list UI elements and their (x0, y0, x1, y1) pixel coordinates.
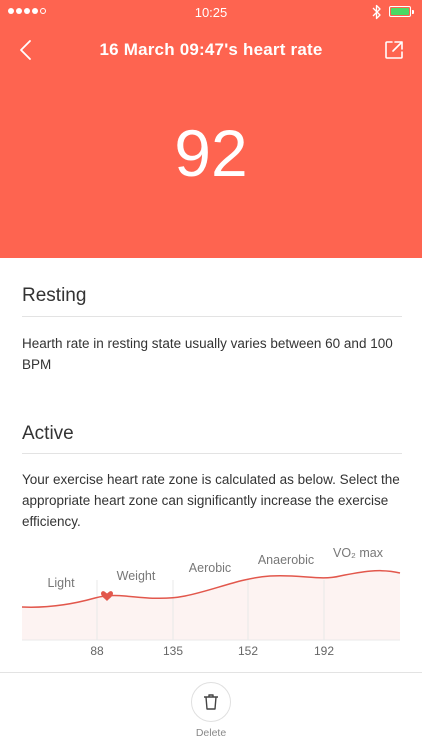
battery-icon (389, 6, 414, 17)
boundary-tick-label: 135 (163, 644, 183, 658)
zone-label: Weight (117, 569, 156, 583)
active-section-title: Active (22, 423, 74, 444)
boundary-tick-label: 88 (90, 644, 104, 658)
zone-label: Aerobic (189, 561, 231, 575)
bluetooth-icon (372, 4, 381, 20)
heart-rate-value: 92 (174, 116, 248, 190)
boundary-tick-label: 152 (238, 644, 258, 658)
zone-label: Anaerobic (258, 553, 314, 567)
page-title: 16 March 09:47's heart rate (99, 40, 323, 59)
chevron-left-icon[interactable] (16, 38, 36, 62)
resting-section-title: Resting (22, 285, 87, 306)
chart-area-fill (22, 570, 400, 640)
zone-label: Light (47, 576, 75, 590)
footer-divider (0, 672, 422, 673)
status-time: 10:25 (194, 5, 228, 20)
boundary-tick-label: 192 (314, 644, 334, 658)
resting-description: Hearth rate in resting state usually var… (22, 336, 393, 372)
trash-icon (204, 694, 218, 710)
active-divider (22, 453, 402, 454)
heart-rate-zone-chart: Light Weight Aerobic Anaerobic VO₂ max 88 135 1… (21, 546, 401, 658)
zone-label: VO₂ max (333, 546, 384, 560)
delete-button[interactable] (191, 682, 231, 722)
status-bar: 10:25 (0, 0, 422, 24)
active-description: Your exercise heart rate zone is calcula… (22, 472, 400, 529)
share-icon[interactable] (384, 40, 404, 60)
resting-divider (22, 316, 402, 317)
delete-label: Delete (195, 727, 227, 739)
header-panel: 10:25 16 March 09:47's heart rate 92 (0, 0, 422, 258)
